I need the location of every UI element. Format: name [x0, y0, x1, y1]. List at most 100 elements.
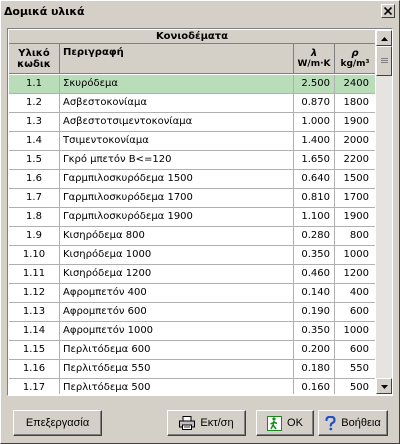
title-bar[interactable]: Δομικά υλικά — [1, 1, 399, 21]
table-row[interactable]: 1.3 Ασβεστοτσιμεντοκονίαμα 1.000 1900 — [9, 113, 375, 132]
edit-button[interactable]: Επεξεργασία — [13, 410, 102, 436]
cell-description: Ασβεστοτσιμεντοκονίαμα — [60, 113, 294, 132]
column-header-rho-symbol: ρ — [351, 47, 359, 59]
materials-table: Κονιοδέματα Υλικό κωδικ Περιγραφή λ W/m·… — [7, 28, 393, 396]
table-row[interactable]: 1.15 Περλιτόδεμα 600 0.200 600 — [9, 341, 375, 360]
cell-description: Κισηρόδεμα 1200 — [60, 265, 294, 284]
cell-code: 1.8 — [9, 208, 60, 227]
cell-rho: 2200 — [343, 154, 369, 165]
table-row[interactable]: 1.13 Αφρομπετόν 600 0.190 600 — [9, 303, 375, 322]
cell-code: 1.5 — [9, 151, 60, 170]
cell-description: Ασβεστοκονίαμα — [60, 94, 294, 113]
cell-rho: 1800 — [343, 97, 369, 108]
table-body: Κονιοδέματα Υλικό κωδικ Περιγραφή λ W/m·… — [9, 30, 375, 394]
print-button[interactable]: Εκτ/ση — [167, 410, 246, 436]
cell-lambda: 1.100 — [294, 208, 335, 227]
arrow-down-icon — [380, 381, 388, 392]
table-group-title: Κονιοδέματα — [9, 30, 375, 44]
cell-code: 1.2 — [9, 94, 60, 113]
cell-lambda: 0.160 — [294, 379, 335, 394]
cell-description: Αφρομπετόν 600 — [60, 303, 294, 322]
close-button[interactable] — [381, 4, 395, 18]
cell-code: 1.4 — [9, 132, 60, 151]
column-header-lambda-symbol: λ — [310, 47, 318, 59]
table-row[interactable]: 1.5 Γκρό μπετόν B<=120 1.650 2200 — [9, 151, 375, 170]
table-row[interactable]: 1.16 Περλιτόδεμα 550 0.180 550 — [9, 360, 375, 379]
table-row[interactable]: 1.6 Γαρμπιλοσκυρόδεμα 1500 0.640 1500 — [9, 170, 375, 189]
edit-button-label: Επεξεργασία — [25, 417, 90, 429]
scroll-down-button[interactable] — [376, 378, 392, 394]
print-button-label: Εκτ/ση — [200, 417, 234, 429]
close-icon — [384, 7, 392, 15]
table-row[interactable]: 1.9 Κισηρόδεμα 800 0.280 800 — [9, 227, 375, 246]
table-row[interactable]: 1.2 Ασβεστοκονίαμα 0.870 1800 — [9, 94, 375, 113]
cell-code: 1.6 — [9, 170, 60, 189]
window-title: Δομικά υλικά — [4, 4, 85, 18]
cell-lambda: 1.400 — [294, 132, 335, 151]
cell-lambda: 0.180 — [294, 360, 335, 379]
column-header-description[interactable]: Περιγραφή — [60, 44, 294, 74]
table-row[interactable]: 1.17 Περλιτόδεμα 500 0.160 500 — [9, 379, 375, 394]
question-icon — [325, 415, 336, 431]
cell-description: Γαρμπιλοσκυρόδεμα 1700 — [60, 189, 294, 208]
cell-description: Περλιτόδεμα 600 — [60, 341, 294, 360]
cell-lambda: 0.350 — [294, 246, 335, 265]
exit-door-icon — [267, 415, 283, 431]
column-header-lambda-unit: W/m·K — [297, 58, 331, 69]
cell-rho: 1900 — [343, 116, 369, 127]
scroll-up-button[interactable] — [376, 30, 392, 46]
cell-lambda: 0.200 — [294, 341, 335, 360]
cell-code: 1.10 — [9, 246, 60, 265]
cell-lambda: 0.640 — [294, 170, 335, 189]
cell-code: 1.14 — [9, 322, 60, 341]
column-header-rho-unit: kg/m³ — [340, 58, 370, 69]
table-row[interactable]: 1.14 Αφρομπετόν 1000 0.350 1000 — [9, 322, 375, 341]
cell-code: 1.9 — [9, 227, 60, 246]
column-header-code[interactable]: Υλικό κωδικ — [9, 44, 60, 74]
cell-rho: 600 — [349, 306, 369, 317]
cell-rho: 1200 — [343, 268, 369, 279]
cell-description: Γαρμπιλοσκυρόδεμα 1500 — [60, 170, 294, 189]
cell-rho: 2000 — [343, 135, 369, 146]
materials-dialog: Δομικά υλικά Κονιοδέματα Υλικό κωδικ Περ… — [0, 0, 400, 444]
cell-description: Αφρομπετόν 1000 — [60, 322, 294, 341]
cell-lambda: 1.000 — [294, 113, 335, 132]
column-header-description-label: Περιγραφή — [63, 47, 124, 58]
printer-icon — [179, 416, 196, 430]
column-header-rho[interactable]: ρ kg/m³ — [335, 44, 375, 74]
cell-rho: 2400 — [343, 78, 369, 89]
cell-lambda: 0.810 — [294, 189, 335, 208]
scrollbar-thumb[interactable] — [376, 46, 392, 76]
table-row[interactable]: 1.7 Γαρμπιλοσκυρόδεμα 1700 0.810 1700 — [9, 189, 375, 208]
cell-code: 1.15 — [9, 341, 60, 360]
column-header-lambda[interactable]: λ W/m·K — [294, 44, 335, 74]
cell-rho: 400 — [349, 287, 369, 298]
table-row[interactable]: 1.4 Τσιμεντοκονίαμα 1.400 2000 — [9, 132, 375, 151]
vertical-scrollbar[interactable] — [376, 30, 392, 394]
cell-code: 1.12 — [9, 284, 60, 303]
cell-lambda: 0.140 — [294, 284, 335, 303]
cell-description: Τσιμεντοκονίαμα — [60, 132, 294, 151]
table-row[interactable]: 1.10 Κισηρόδεμα 1000 0.350 1000 — [9, 246, 375, 265]
table-row[interactable]: 1.11 Κισηρόδεμα 1200 0.460 1200 — [9, 265, 375, 284]
cell-lambda: 2.500 — [294, 75, 335, 94]
cell-rho: 1000 — [343, 249, 369, 260]
table-row[interactable]: 1.12 Αφρομπετόν 400 0.140 400 — [9, 284, 375, 303]
cell-lambda: 0.870 — [294, 94, 335, 113]
column-header-code-label: Υλικό κωδικ — [17, 47, 51, 70]
help-button-label: Βοήθεια — [341, 417, 381, 429]
help-button[interactable]: Βοήθεια — [318, 410, 388, 436]
cell-code: 1.7 — [9, 189, 60, 208]
cell-description: Κισηρόδεμα 1000 — [60, 246, 294, 265]
cell-rho: 1700 — [343, 192, 369, 203]
arrow-up-icon — [380, 33, 388, 44]
cell-rho: 1000 — [343, 325, 369, 336]
cell-lambda: 0.460 — [294, 265, 335, 284]
ok-button[interactable]: OK — [256, 410, 314, 436]
table-row[interactable]: 1.8 Γαρμπιλοσκυρόδεμα 1900 1.100 1900 — [9, 208, 375, 227]
cell-rho: 600 — [349, 344, 369, 355]
cell-lambda: 1.650 — [294, 151, 335, 170]
table-row[interactable]: 1.1 Σκυρόδεμα 2.500 2400 — [9, 75, 375, 94]
cell-rho: 1900 — [343, 211, 369, 222]
cell-rho: 500 — [349, 382, 369, 393]
